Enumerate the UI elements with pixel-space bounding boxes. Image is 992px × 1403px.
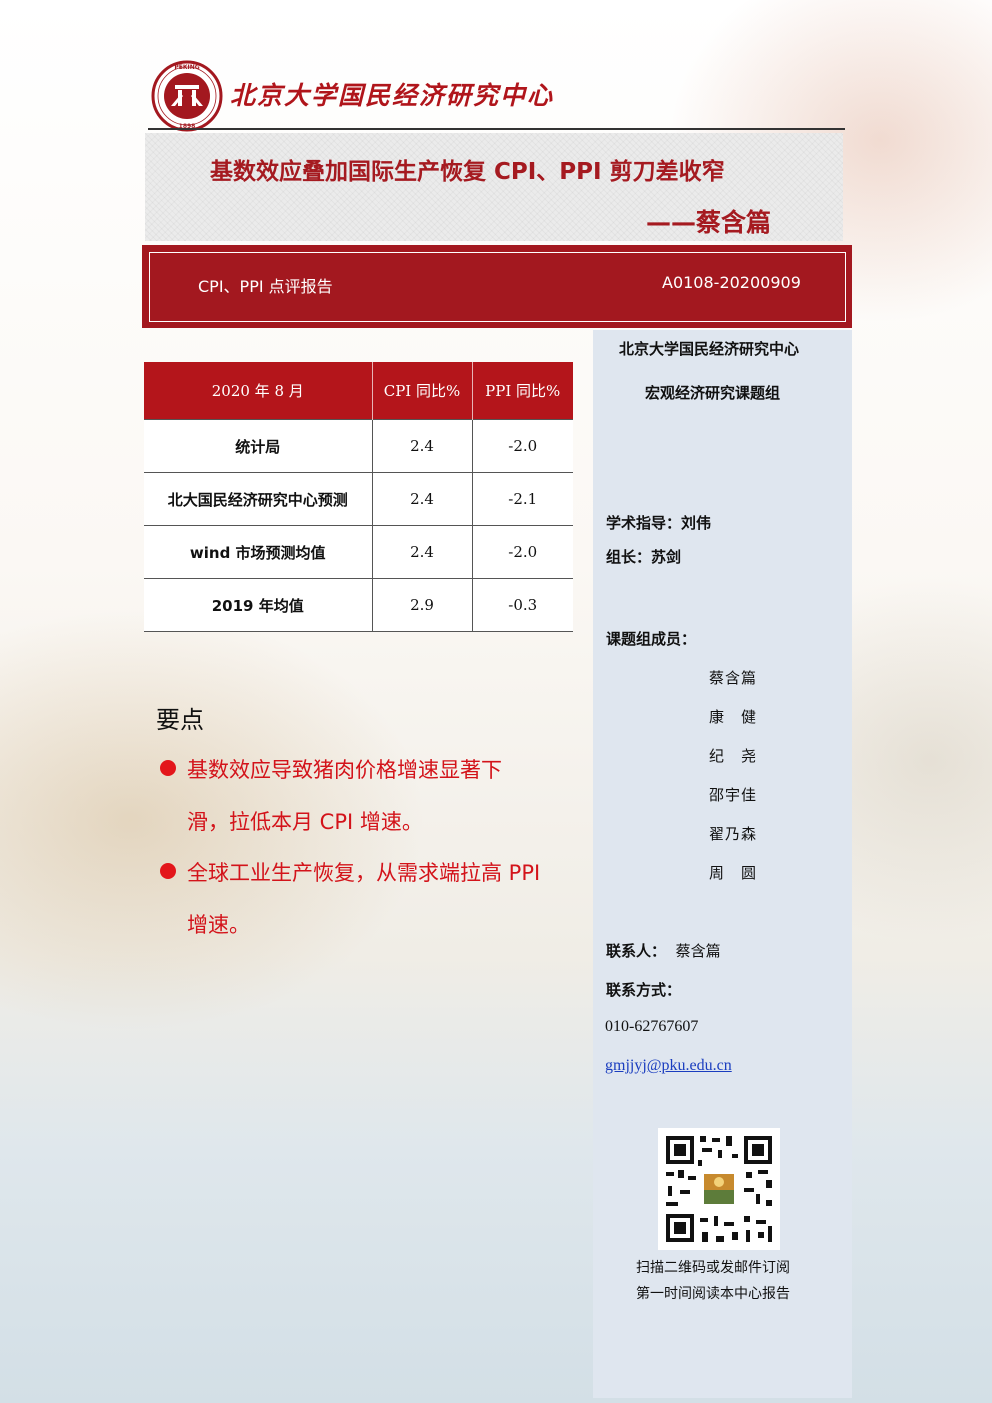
contact-name: 蔡含篇 [675,942,721,960]
member-name: 周 圆 [709,864,758,882]
ppi-value: -2.0 [471,419,573,473]
row-label: wind 市场预测均值 [144,525,372,579]
bullet-icon [160,760,176,776]
table-header-period: 2020 年 8 月 [144,362,372,420]
phone-number: 010-62767607 [605,1018,699,1035]
member-name: 翟乃森 [709,825,758,843]
table-row: wind 市场预测均值 2.4 -2.0 [144,525,573,579]
qr-caption-line-1: 扫描二维码或发邮件订阅 [636,1260,790,1276]
member-name: 纪 尧 [709,747,758,765]
row-label: 2019 年均值 [144,578,372,632]
contact-method-label: 联系方式： [606,981,682,999]
email-link[interactable]: gmjjyj@pku.edu.cn [605,1057,732,1075]
key-point-line: 增速。 [187,913,250,937]
bullet-icon [160,863,176,879]
key-point-line: 滑，拉低本月 CPI 增速。 [187,810,423,834]
university-seal-logo: PEKING 1898 [151,60,223,132]
member-name: 邵宇佳 [709,786,758,804]
member-name: 康 健 [709,708,758,726]
svg-text:PEKING: PEKING [174,64,199,71]
ppi-value: -2.0 [471,525,573,579]
table-header-cpi: CPI 同比% [371,362,472,420]
table-row: 2019 年均值 2.9 -0.3 [144,578,573,632]
members-label: 课题组成员： [606,630,697,648]
row-label: 统计局 [144,419,372,473]
member-name: 蔡含篇 [709,669,758,687]
report-title: 基数效应叠加国际生产恢复 CPI、PPI 剪刀差收窄 [210,159,725,185]
organization-name: 北京大学国民经济研究中心 [230,81,555,110]
cpi-value: 2.4 [371,525,472,579]
group-leader: 组长：苏剑 [606,548,682,566]
academic-advisor: 学术指导：刘伟 [606,514,712,532]
header-divider [148,128,845,130]
table-row: 北大国民经济研究中心预测 2.4 -2.1 [144,472,573,526]
key-points-title: 要点 [156,706,204,734]
sidebar-org-name: 北京大学国民经济研究中心 [619,340,800,358]
sidebar-group-name: 宏观经济研究课题组 [645,384,781,402]
report-id: A0108-20200909 [662,273,801,292]
qr-code [658,1128,780,1250]
row-label: 北大国民经济研究中心预测 [144,472,372,526]
table-header-ppi: PPI 同比% [471,362,573,420]
cpi-value: 2.4 [371,472,472,526]
qr-caption-line-2: 第一时间阅读本中心报告 [636,1286,790,1302]
key-point-line: 基数效应导致猪肉价格增速显著下 [187,758,502,782]
table-header-row: 2020 年 8 月 CPI 同比% PPI 同比% [144,362,573,420]
report-type: CPI、PPI 点评报告 [198,277,333,296]
ppi-value: -2.1 [471,472,573,526]
contact-label: 联系人： [606,942,667,960]
table-row: 统计局 2.4 -2.0 [144,419,573,473]
cpi-value: 2.4 [371,419,472,473]
key-point-line: 全球工业生产恢复，从需求端拉高 PPI [187,861,541,885]
report-author: ——蔡含篇 [646,208,772,237]
ppi-value: -0.3 [471,578,573,632]
cpi-value: 2.9 [371,578,472,632]
cpi-ppi-table: 2020 年 8 月 CPI 同比% PPI 同比% 统计局 2.4 -2.0 … [144,362,573,632]
contact-person: 联系人： 蔡含篇 [606,940,721,961]
